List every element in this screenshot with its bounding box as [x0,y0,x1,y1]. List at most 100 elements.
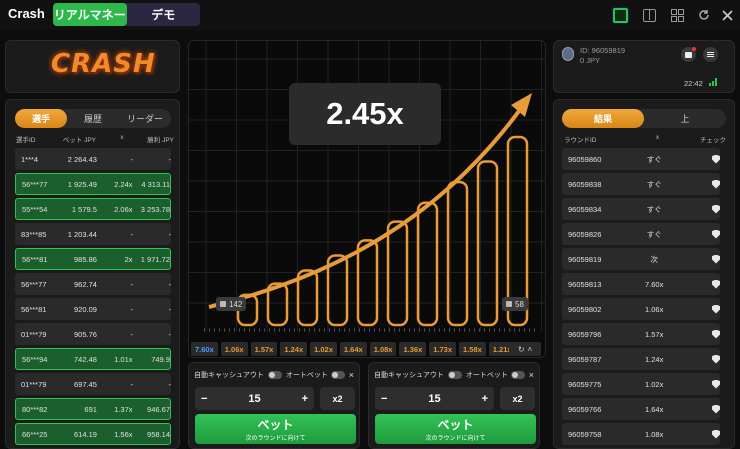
verify-cell [687,279,720,289]
round-multiplier: すぐ [646,179,662,189]
tab-players[interactable]: 選手 [15,109,67,128]
player-multiplier: 1.37x [114,404,133,414]
auto-bet-label: オートベット [465,372,508,379]
results-tabs: 結果 上 [562,109,726,128]
round-id: 96059819 [568,254,602,264]
round-id: 96059766 [568,404,602,414]
history-chip[interactable]: 1.06x [220,342,248,356]
shield-check-icon[interactable] [711,329,720,339]
round-multiplier: すぐ [646,154,662,164]
account-panel: ID: 96059819 0 JPY 22:42 [553,40,735,93]
players-table: 1***4 2 264.43 - - 56***77 1 925.49 2.24x 4 313… [15,148,171,448]
game-chart: 2.45x 142 58 7.60x 1.06x 1.57x 1.24x 1.02x 1.… [188,40,546,358]
auto-bet-toggle[interactable] [510,371,525,379]
history-chip[interactable]: 1.58x [459,342,486,356]
result-row[interactable]: 96059838 すぐ [562,173,720,195]
shield-check-icon[interactable] [711,304,720,314]
history-chip[interactable]: 1.64x [339,342,367,356]
header-round-id: ラウンドID [564,137,597,144]
history-chip[interactable]: 1.73x [429,342,457,356]
history-chip[interactable]: 1.57x [250,342,278,356]
tab-results[interactable]: 結果 [562,109,644,128]
menu-button[interactable] [703,47,718,62]
player-id: 01***79 [21,329,47,339]
tab-demo[interactable]: デモ [127,3,201,26]
decrease-button[interactable]: − [201,393,207,405]
bet-amount[interactable]: 15 [248,393,260,405]
shield-check-icon[interactable] [711,429,720,439]
double-bet-button[interactable]: x2 [320,387,355,410]
double-view-icon[interactable] [640,6,658,24]
bet-amount[interactable]: 15 [428,393,440,405]
bet-button-label: ベット [437,418,474,432]
verify-cell [687,154,720,164]
auto-bet-toggle[interactable] [330,371,345,379]
history-chip[interactable]: 1.24x [280,342,308,356]
history-chip[interactable]: 1.02x [310,342,337,356]
shield-check-icon[interactable] [711,154,720,164]
bet-button-sub: 次のラウンドに向けて [245,436,306,442]
tab-top[interactable]: 上 [644,109,726,128]
player-bet: 2 264.43 [67,154,97,164]
shield-check-icon[interactable] [711,404,720,414]
result-row[interactable]: 96059802 1.06x [562,298,720,320]
shield-check-icon[interactable] [711,229,720,239]
result-row[interactable]: 96059787 1.24x [562,348,720,370]
result-row[interactable]: 96059819 次 [562,248,720,270]
header-player-id: 選手ID [16,137,36,144]
history-toggle[interactable]: ↻ ˄ [509,342,541,356]
avatar[interactable] [562,47,574,61]
chat-button[interactable] [681,47,696,62]
tab-real-money[interactable]: リアルマネー [53,3,127,26]
increase-button[interactable]: + [302,393,308,405]
round-id: 96059826 [568,229,602,239]
result-row[interactable]: 96059775 1.02x [562,373,720,395]
auto-cashout-label: 自動キャッシュアウト [374,372,444,379]
shield-check-icon[interactable] [711,279,720,289]
result-row[interactable]: 96059834 すぐ [562,198,720,220]
close-bet-panel-1[interactable]: × [349,370,354,380]
chart-bar [386,220,409,327]
player-multiplier: - [130,154,134,164]
menu-icon [707,52,714,53]
shield-check-icon[interactable] [711,204,720,214]
history-chip[interactable]: 1.08x [369,342,397,356]
bet-button[interactable]: ベット 次のラウンドに向けて [195,414,356,444]
increase-button[interactable]: + [482,393,488,405]
shield-check-icon[interactable] [711,254,720,264]
shield-check-icon[interactable] [711,179,720,189]
round-id: 96059775 [568,379,602,389]
result-row[interactable]: 96059796 1.57x [562,323,720,345]
tab-leaders[interactable]: リーダー [119,109,171,128]
refresh-icon[interactable] [695,6,713,24]
double-bet-button[interactable]: x2 [500,387,535,410]
result-row[interactable]: 96059758 1.08x [562,423,720,445]
shield-check-icon[interactable] [711,379,720,389]
round-multiplier: 1.02x [645,379,664,389]
grid-view-icon[interactable] [668,6,686,24]
close-bet-panel-2[interactable]: × [529,370,534,380]
auto-cashout-toggle[interactable] [267,371,282,379]
decrease-button[interactable]: − [381,393,387,405]
round-multiplier: 次 [650,254,658,264]
shield-check-icon[interactable] [711,354,720,364]
tab-history[interactable]: 履歴 [67,109,119,128]
history-chip[interactable]: 7.60x [191,342,218,356]
result-row[interactable]: 96059813 7.60x [562,273,720,295]
close-icon[interactable] [718,6,736,24]
auto-cashout-toggle[interactable] [447,371,462,379]
result-row[interactable]: 96059860 すぐ [562,148,720,170]
multiplier-history: 7.60x 1.06x 1.57x 1.24x 1.02x 1.64x 1.08x 1.36x… [191,342,516,356]
result-row[interactable]: 96059826 すぐ [562,223,720,245]
player-bet: 1 925.49 [67,179,97,189]
player-win: - [168,379,172,389]
round-id: 96059834 [568,204,602,214]
round-id: 96059758 [568,429,602,439]
history-chip[interactable]: 1.36x [399,342,427,356]
player-win: 958.14 [147,429,170,439]
bet-button[interactable]: ベット 次のラウンドに向けて [375,414,536,444]
player-id: 66***25 [22,429,48,439]
players-count-badge: 142 [216,297,247,311]
single-view-icon[interactable] [611,6,629,24]
result-row[interactable]: 96059766 1.64x [562,398,720,420]
